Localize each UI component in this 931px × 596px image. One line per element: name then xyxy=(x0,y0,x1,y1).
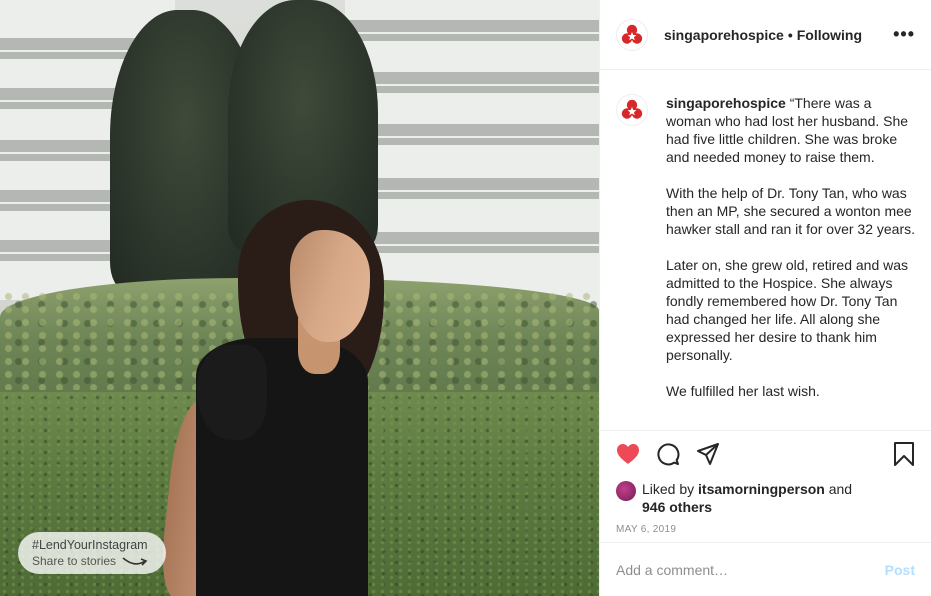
comment-bar: Post xyxy=(600,542,931,596)
caption-text: singaporehospice “There was a woman who … xyxy=(666,94,915,430)
caption-paragraph: Later on, she grew old, retired and was … xyxy=(666,257,909,363)
liker-avatar[interactable] xyxy=(616,481,636,501)
likes-text: Liked by itsamorningperson and 946 other… xyxy=(642,481,853,515)
heart-filled-icon[interactable] xyxy=(616,443,640,468)
post-actions: Liked by itsamorningperson and 946 other… xyxy=(600,430,931,535)
hospice-logo-icon xyxy=(621,24,643,44)
header-separator: • xyxy=(787,26,793,43)
paper-plane-icon[interactable] xyxy=(696,442,720,469)
post-comment-button[interactable]: Post xyxy=(885,562,915,578)
more-options-icon[interactable]: ••• xyxy=(893,24,915,45)
comment-icon[interactable] xyxy=(656,442,680,469)
caption-username[interactable]: singaporehospice xyxy=(666,95,786,111)
liker-username[interactable]: itsamorningperson xyxy=(698,481,825,497)
lend-your-instagram-badge[interactable]: #LendYourInstagram Share to stories xyxy=(18,532,166,574)
curved-arrow-icon xyxy=(122,554,148,570)
hospice-logo-avatar[interactable] xyxy=(616,18,648,51)
caption-paragraph: We fulfilled her last wish. xyxy=(666,383,820,399)
post-side-panel: singaporehospice • Following ••• singapo… xyxy=(599,0,931,596)
post-photo[interactable]: #LendYourInstagram Share to stories xyxy=(0,0,599,596)
following-button[interactable]: Following xyxy=(797,27,862,43)
post-date[interactable]: MAY 6, 2019 xyxy=(616,524,915,535)
caption-paragraph: With the help of Dr. Tony Tan, who was t… xyxy=(666,185,916,237)
hospice-logo-icon xyxy=(621,99,643,119)
post-header: singaporehospice • Following ••• xyxy=(600,0,931,70)
share-to-stories-label: Share to stories xyxy=(32,553,152,570)
bookmark-icon[interactable] xyxy=(893,441,915,469)
caption-paragraph: singaporehospice “There was a woman who … xyxy=(666,95,909,165)
woman-sleeve xyxy=(197,345,267,440)
likes-summary: Liked by itsamorningperson and 946 other… xyxy=(616,480,915,516)
hashtag-label: #LendYourInstagram xyxy=(32,538,148,552)
comment-input[interactable] xyxy=(616,561,885,578)
likes-others-link[interactable]: 946 others xyxy=(642,499,712,515)
caption-section: singaporehospice “There was a woman who … xyxy=(600,70,931,430)
caption-avatar[interactable] xyxy=(616,94,648,126)
action-icons-row xyxy=(616,431,915,479)
header-username[interactable]: singaporehospice xyxy=(664,27,784,43)
